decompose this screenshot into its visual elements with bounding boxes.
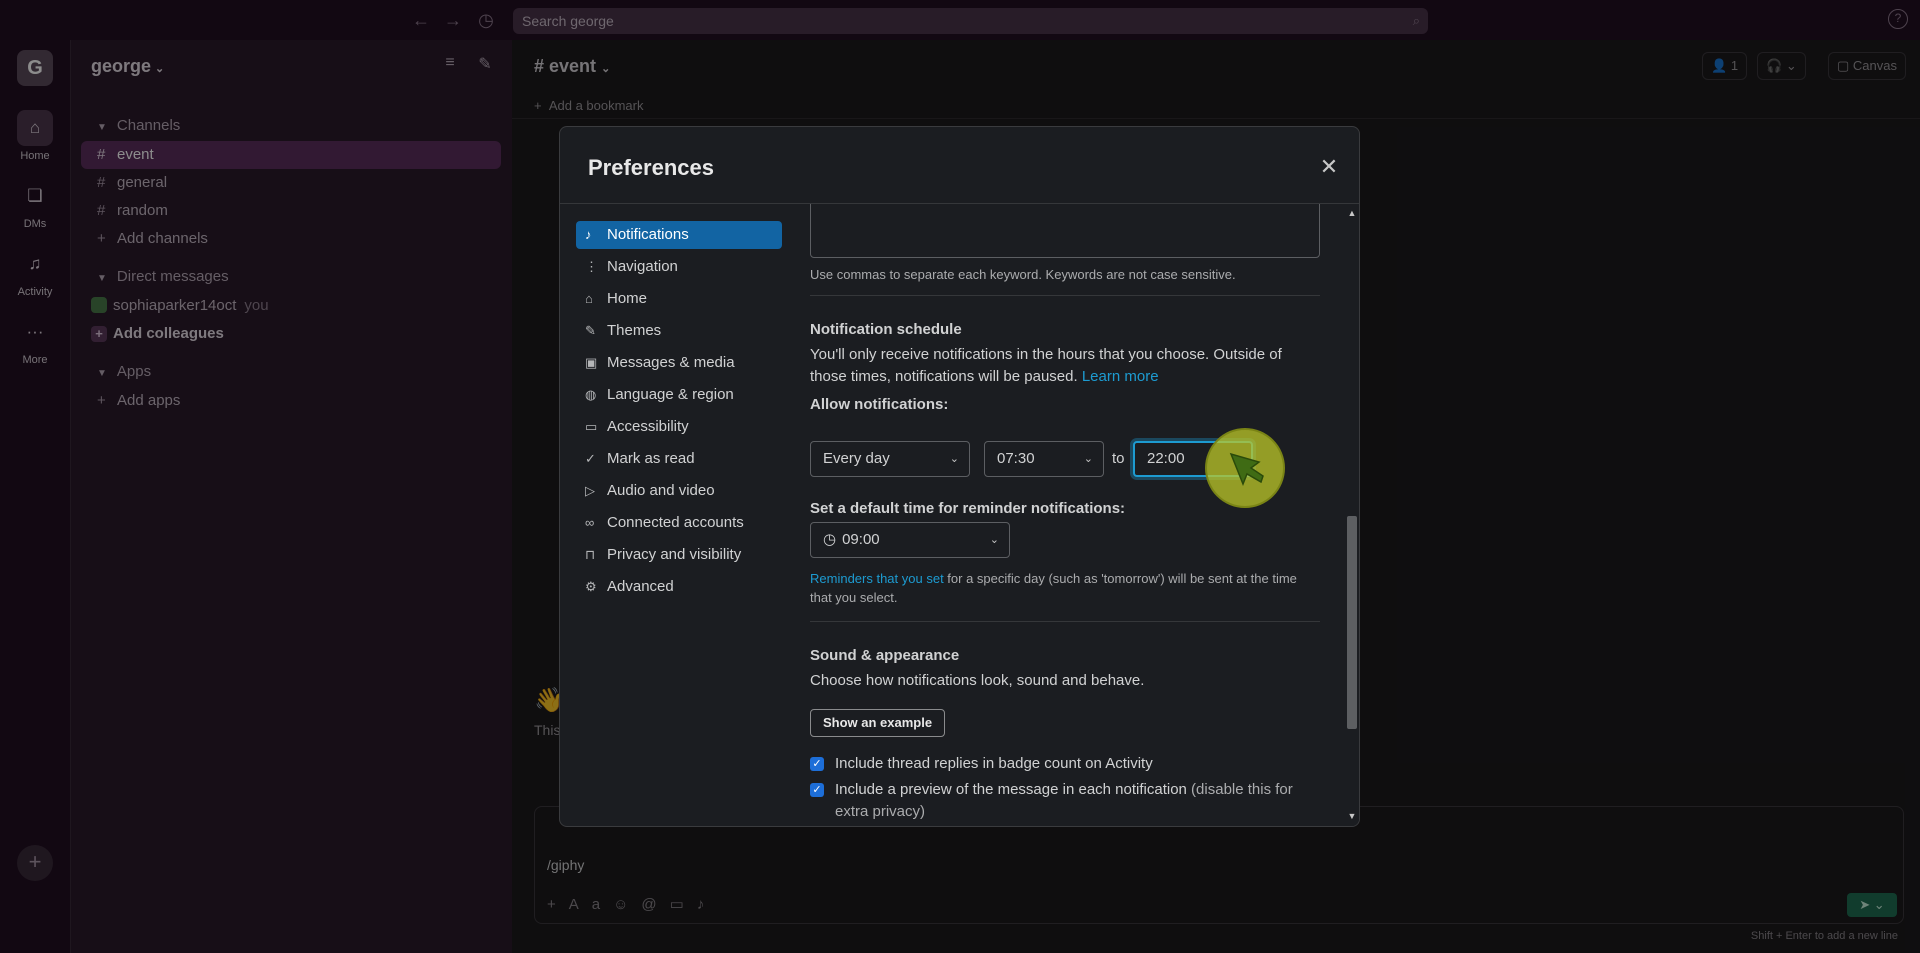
globe-icon: ◍ <box>585 387 597 402</box>
menu-item-mark-as-read[interactable]: ✓ Mark as read <box>576 445 782 473</box>
menu-item-privacy-visibility[interactable]: ⊓ Privacy and visibility <box>576 541 782 569</box>
schedule-text: You'll only receive notifications in the… <box>810 346 1282 385</box>
menu-item-connected-accounts[interactable]: ∞ Connected accounts <box>576 509 782 537</box>
show-example-button[interactable]: Show an example <box>810 709 946 737</box>
schedule-heading: Notification schedule <box>810 321 962 338</box>
brush-icon: ✎ <box>585 323 596 338</box>
allow-notifications-label: Allow notifications: <box>810 396 949 413</box>
sound-heading: Sound & appearance <box>810 647 960 664</box>
pointer-arrow-icon <box>1229 452 1264 487</box>
menu-item-language-region[interactable]: ◍ Language & region <box>576 381 782 409</box>
notifications-panel: Use commas to separate each keyword. Key… <box>810 204 1340 826</box>
from-time-select[interactable]: 07:30 ⌄ <box>984 441 1104 477</box>
reminder-time-select[interactable]: ◷ 09:00 ⌄ <box>810 522 1010 558</box>
link-icon: ∞ <box>585 515 595 530</box>
lock-icon: ⊓ <box>585 547 596 562</box>
keywords-textarea[interactable] <box>810 204 1320 258</box>
keywords-help: Use commas to separate each keyword. Key… <box>810 267 1236 282</box>
chevron-down-icon: ⌄ <box>1083 453 1093 465</box>
modal-title: Preferences <box>588 155 714 180</box>
chevron-down-icon: ⌄ <box>989 534 999 546</box>
menu-item-home[interactable]: ⌂ Home <box>576 285 782 313</box>
sound-text: Choose how notifications look, sound and… <box>810 672 1145 689</box>
scrollbar-thumb[interactable] <box>1347 516 1357 729</box>
menu-item-notifications[interactable]: ♪ Notifications <box>576 221 782 249</box>
chevron-down-icon: ⌄ <box>949 453 959 465</box>
cursor-highlight <box>1205 428 1285 508</box>
thread-replies-label: Include thread replies in badge count on… <box>835 755 1153 772</box>
clock-icon: ◷ <box>823 531 837 548</box>
reminder-label: Set a default time for reminder notifica… <box>810 500 1126 517</box>
section-divider <box>810 621 1320 622</box>
video-icon: ▷ <box>585 483 595 498</box>
gear-icon: ⚙ <box>585 579 597 594</box>
learn-more-link[interactable]: Learn more <box>1082 368 1159 385</box>
home-icon: ⌂ <box>585 291 593 306</box>
preview-label: Include a preview of the message in each… <box>835 781 1293 820</box>
thread-replies-checkbox[interactable]: ✓ <box>810 757 824 771</box>
menu-item-navigation[interactable]: ⋮ Navigation <box>576 253 782 281</box>
reminders-link[interactable]: Reminders that you set <box>810 571 944 586</box>
menu-item-messages-media[interactable]: ▣ Messages & media <box>576 349 782 377</box>
section-divider <box>810 295 1320 296</box>
modal-scrollbar[interactable]: ▲ ▼ <box>1344 204 1359 826</box>
navigation-icon: ⋮ <box>585 259 598 274</box>
preferences-menu: ♪ Notifications ⋮ Navigation ⌂ Home ✎ Themes… <box>576 221 782 605</box>
menu-item-advanced[interactable]: ⚙ Advanced <box>576 573 782 601</box>
menu-item-audio-video[interactable]: ▷ Audio and video <box>576 477 782 505</box>
days-select[interactable]: Every day ⌄ <box>810 441 970 477</box>
menu-item-themes[interactable]: ✎ Themes <box>576 317 782 345</box>
menu-item-accessibility[interactable]: ▭ Accessibility <box>576 413 782 441</box>
preview-checkbox[interactable]: ✓ <box>810 783 824 797</box>
close-icon[interactable]: ✕ <box>1311 149 1347 185</box>
scroll-up-icon: ▲ <box>1347 208 1357 218</box>
reminder-help: Reminders that you set for a specific da… <box>810 571 1297 605</box>
scroll-down-icon: ▼ <box>1347 811 1357 821</box>
message-icon: ▣ <box>585 355 598 370</box>
check-circle-icon: ✓ <box>585 451 596 466</box>
bell-icon: ♪ <box>585 227 592 242</box>
accessibility-icon: ▭ <box>585 419 598 434</box>
